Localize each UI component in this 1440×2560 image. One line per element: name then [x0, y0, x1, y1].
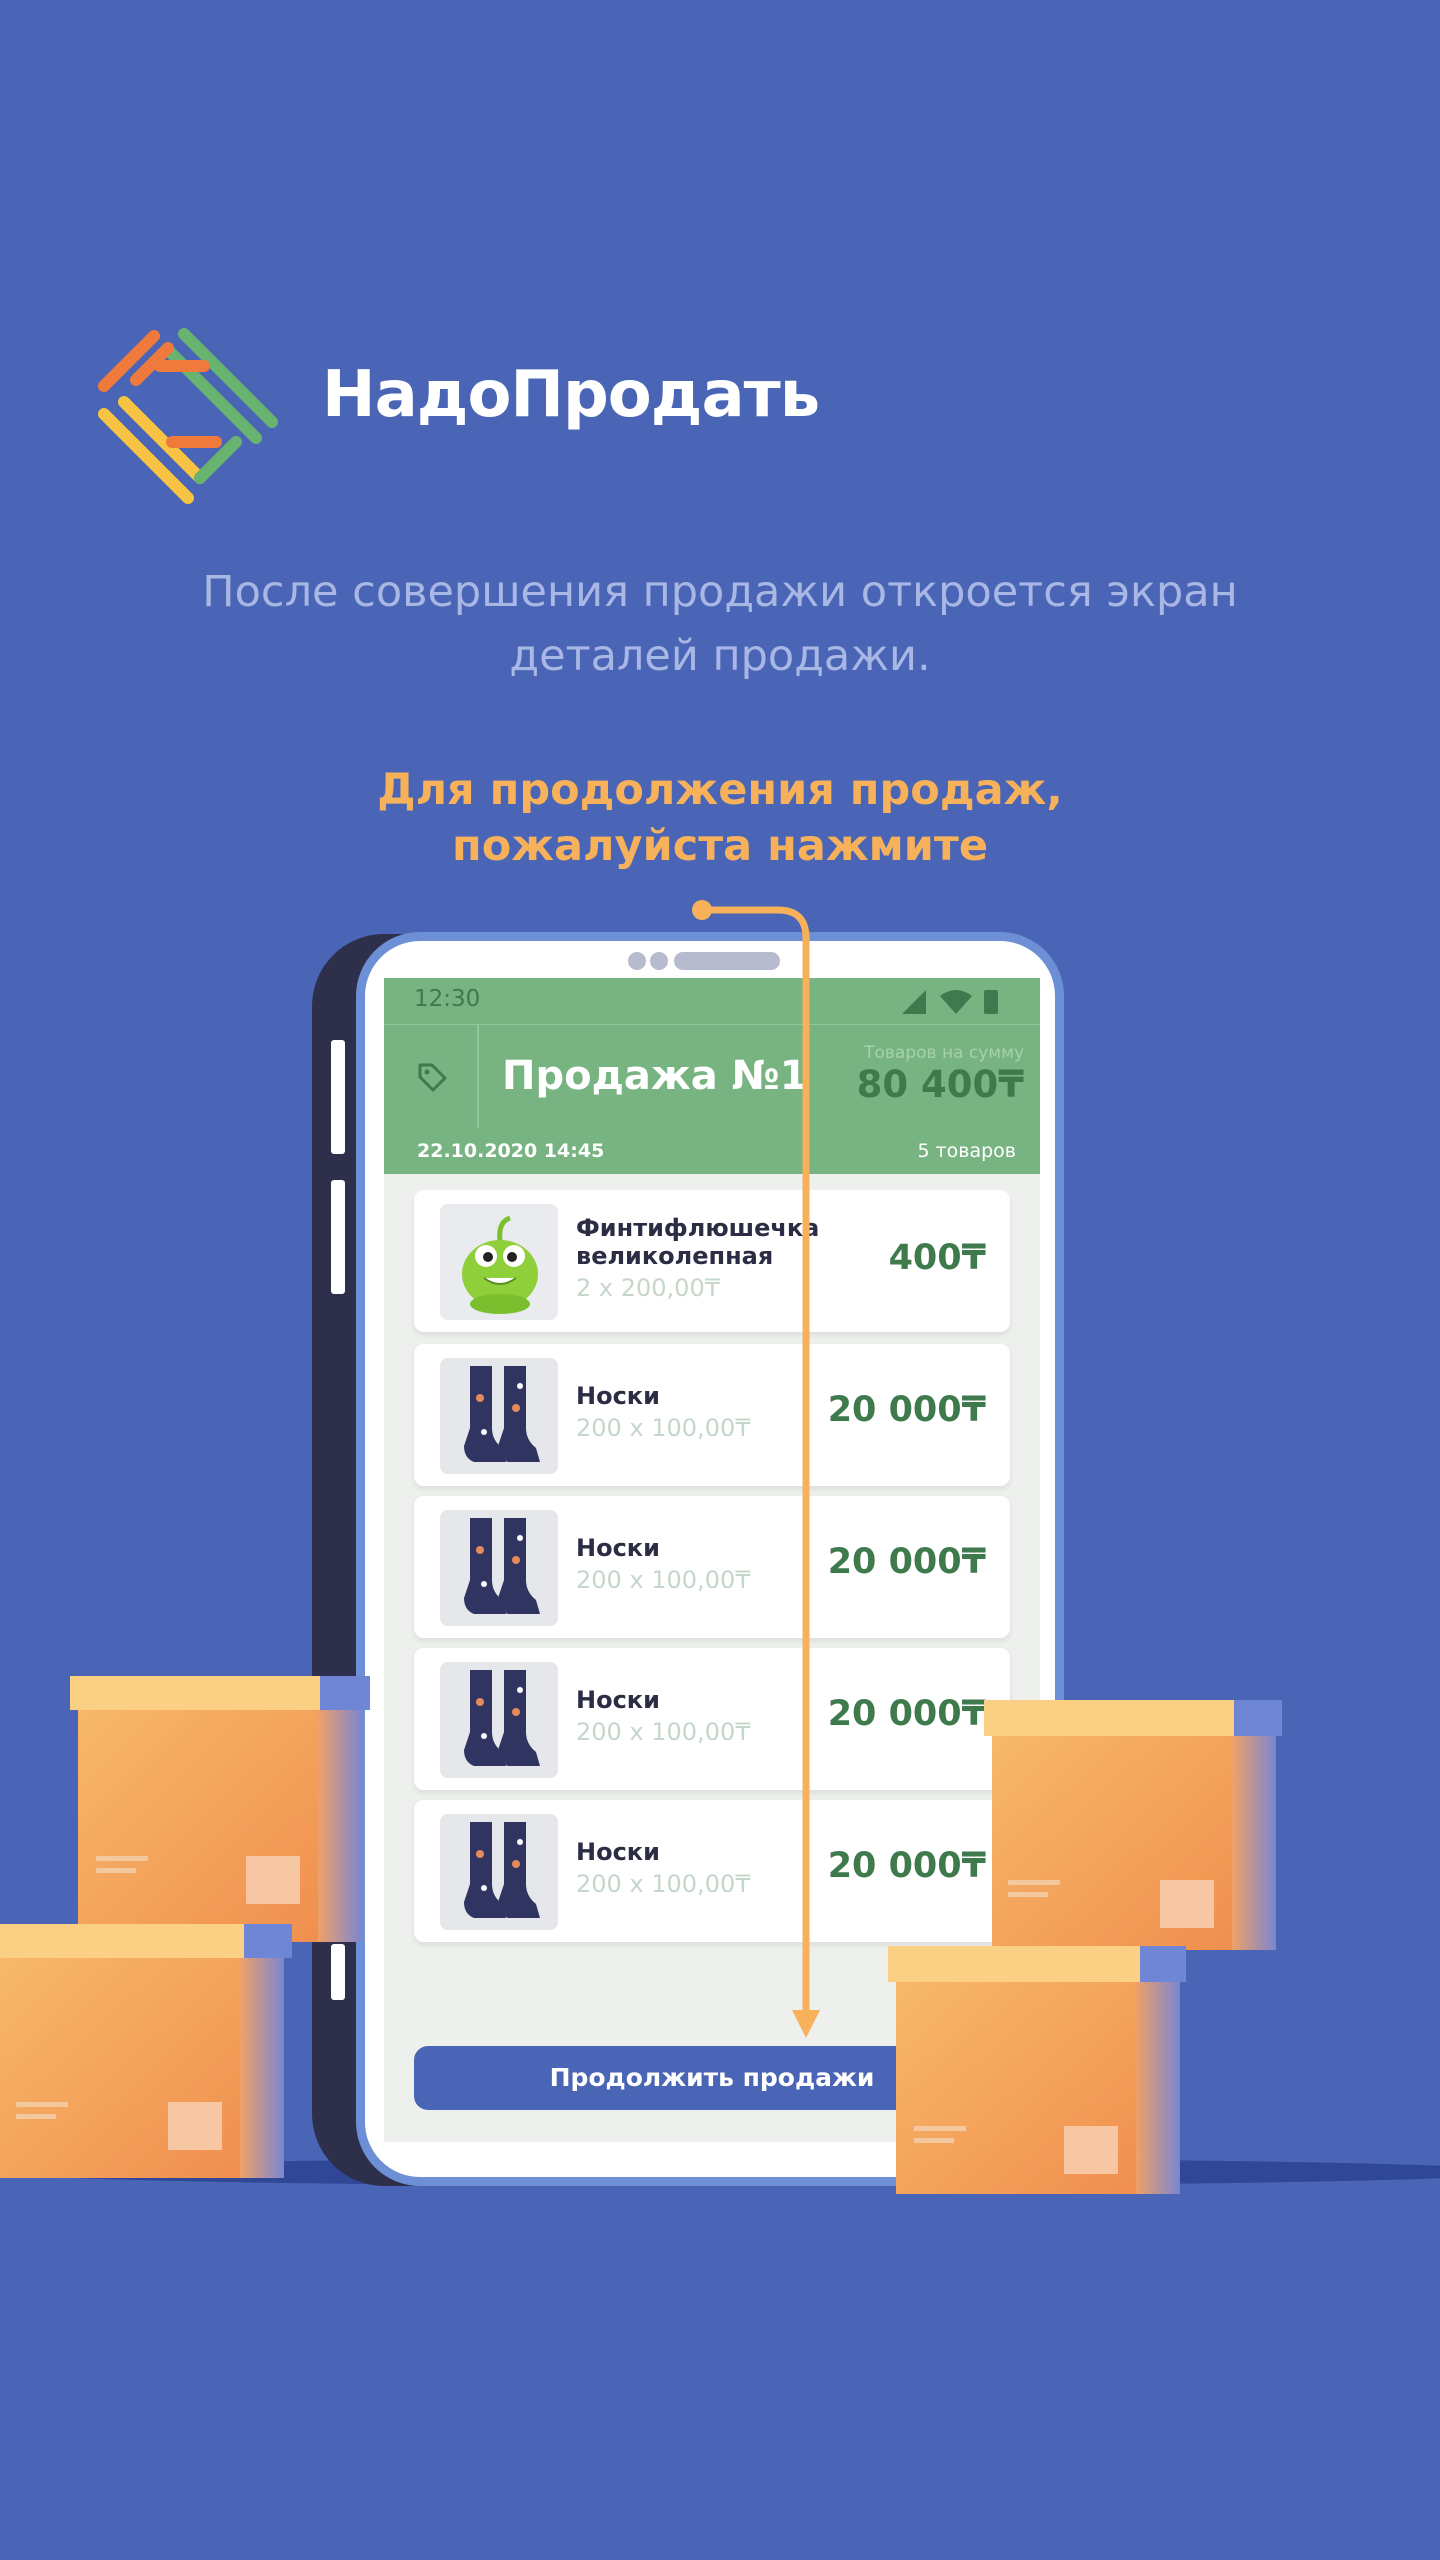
- box-illustration: [888, 1700, 1282, 2194]
- socks-image: [440, 1358, 558, 1474]
- item-qty: 200 x 100,00₸: [576, 1718, 751, 1746]
- wifi-icon: [940, 990, 972, 1014]
- socks-image: [440, 1662, 558, 1778]
- total-label: Товаров на сумму: [864, 1043, 1024, 1063]
- item-name: Носки: [576, 1838, 660, 1866]
- status-icons: [902, 990, 998, 1014]
- sale-header: Продажа №1 Товаров на сумму 80 400₸: [384, 1024, 1040, 1129]
- camera-dot: [650, 952, 668, 970]
- sale-datetime: 22.10.2020 14:45: [417, 1140, 605, 1162]
- item-name: Носки: [576, 1382, 660, 1410]
- socks-image: [440, 1814, 558, 1930]
- sale-title: Продажа №1: [502, 1053, 808, 1099]
- phone-side-button: [331, 1040, 345, 1154]
- item-name: Носки: [576, 1534, 660, 1562]
- status-bar: 12:30: [384, 978, 1040, 1024]
- item-qty: 200 x 100,00₸: [576, 1414, 751, 1442]
- tag-icon: [418, 1063, 447, 1092]
- battery-icon: [984, 990, 998, 1014]
- item-price: 400₸: [888, 1238, 986, 1278]
- brand-logo-icon: [98, 328, 278, 504]
- brand-name: НадоПродать: [322, 358, 820, 432]
- item-qty: 200 x 100,00₸: [576, 1870, 751, 1898]
- intro-cta: Для продолжения продаж, пожалуйста нажми…: [377, 765, 1063, 871]
- sale-subheader: 22.10.2020 14:45 5 товаров: [384, 1128, 1040, 1174]
- phone-speaker: [674, 952, 780, 970]
- sale-item[interactable]: Финтифлюшечка великолепная 2 x 200,00₸ 4…: [414, 1190, 1010, 1332]
- signal-icon: [902, 990, 926, 1014]
- box-illustration: [0, 1676, 370, 2178]
- item-qty: 200 x 100,00₸: [576, 1566, 751, 1594]
- socks-image: [440, 1510, 558, 1626]
- item-name: Финтифлюшечка великолепная: [576, 1214, 820, 1270]
- status-time: 12:30: [414, 986, 481, 1012]
- phone-side-button: [331, 1180, 345, 1294]
- total-value: 80 400₸: [856, 1063, 1024, 1106]
- tag-cell: [384, 1025, 479, 1129]
- intro-subtitle: После совершения продажи откроется экран…: [202, 567, 1238, 681]
- green-toy-image: [440, 1204, 558, 1320]
- items-count: 5 товаров: [917, 1140, 1016, 1162]
- item-name: Носки: [576, 1686, 660, 1714]
- item-price: 20 000₸: [827, 1542, 986, 1582]
- camera-dot: [628, 952, 646, 970]
- sale-item[interactable]: Носки 200 x 100,00₸ 20 000₸: [414, 1344, 1010, 1486]
- sale-item[interactable]: Носки 200 x 100,00₸ 20 000₸: [414, 1496, 1010, 1638]
- item-qty: 2 x 200,00₸: [576, 1274, 720, 1302]
- item-price: 20 000₸: [827, 1390, 986, 1430]
